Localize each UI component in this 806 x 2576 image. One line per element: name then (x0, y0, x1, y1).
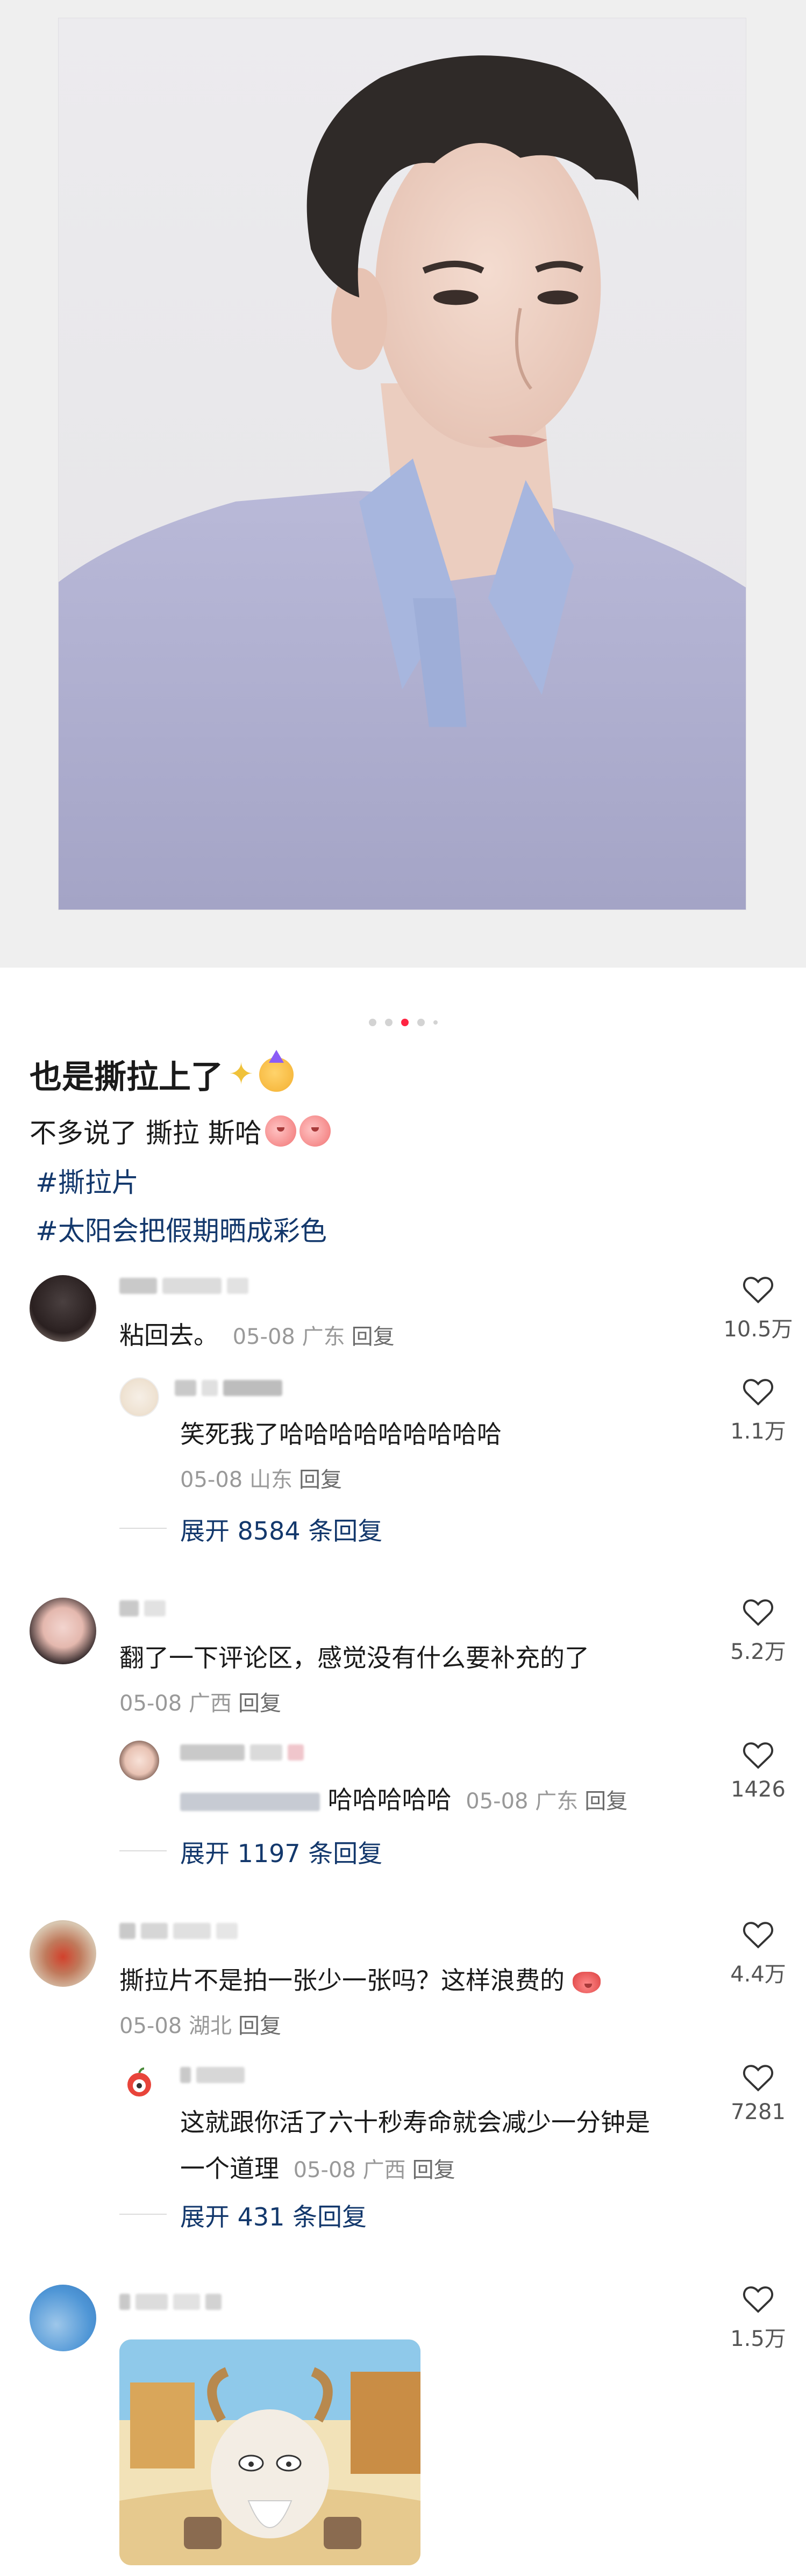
portrait-photo (59, 55, 746, 910)
pleading-hands-emoji-icon (572, 1971, 601, 1993)
heart-outline-icon (743, 2286, 774, 2313)
comment-date: 05-08 (293, 2158, 356, 2183)
heart-outline-icon (743, 2065, 774, 2092)
reply-button[interactable]: 回复 (584, 1789, 627, 1814)
comment-text: 粘回去。 05-08 广东 回复 (119, 1321, 395, 1350)
comment-location: 山东 (249, 1468, 293, 1492)
peach-face-emoji-icon (299, 1115, 331, 1147)
post-body: 不多说了 撕拉 斯哈 (30, 1118, 262, 1149)
like-count: 1.1万 (730, 1419, 786, 1444)
post-title: 也是撕拉上了 (30, 1058, 223, 1096)
username-blurred[interactable] (119, 1275, 248, 1297)
comment-text: 翻了一下评论区，感觉没有什么要补充的了 (119, 1643, 589, 1672)
avatar[interactable] (30, 1920, 96, 1987)
like-button[interactable]: 1426 (715, 1741, 801, 1802)
reply-button[interactable]: 回复 (412, 2158, 455, 2183)
avatar[interactable] (30, 1598, 96, 1664)
reply-text-continued: 一个道理 05-08 广西 回复 (180, 2154, 455, 2183)
avatar[interactable] (119, 2063, 159, 2103)
post-body-row: 不多说了 撕拉 斯哈 (30, 1112, 331, 1150)
like-count: 4.4万 (730, 1962, 786, 1987)
divider (119, 1850, 167, 1851)
heart-outline-icon (743, 1922, 774, 1949)
like-count: 5.2万 (730, 1640, 786, 1664)
reply-button[interactable]: 回复 (238, 2014, 281, 2038)
reply-button[interactable]: 回复 (352, 1325, 395, 1349)
comment-text: 撕拉片不是拍一张少一张吗？这样浪费的 (119, 1961, 601, 1997)
like-button[interactable]: 4.4万 (715, 1920, 801, 1988)
avatar[interactable] (119, 1377, 159, 1417)
carousel-indicator[interactable] (0, 1019, 806, 1026)
reply-meta: 05-08 山东 回复 (180, 1462, 342, 1493)
heart-outline-icon (743, 1277, 774, 1304)
username-blurred[interactable] (119, 1920, 238, 1942)
like-button[interactable]: 10.5万 (715, 1275, 801, 1343)
username-blurred[interactable] (180, 2064, 245, 2086)
comment-location: 广东 (535, 1789, 579, 1814)
instant-photo-frame (58, 18, 746, 910)
comment-date: 05-08 (119, 1691, 182, 1716)
comment-date: 05-08 (466, 1789, 529, 1814)
reply-button[interactable]: 回复 (299, 1468, 342, 1492)
username-blurred[interactable] (175, 1377, 282, 1399)
comment-meta: 05-08 湖北 回复 (119, 2008, 281, 2040)
avatar[interactable] (30, 2285, 96, 2351)
avatar[interactable] (30, 1275, 96, 1342)
expand-replies-button[interactable]: 展开 431 条回复 (180, 2198, 367, 2233)
expand-replies-button[interactable]: 展开 8584 条回复 (180, 1512, 382, 1547)
cartoon-goat-meme (119, 2339, 420, 2565)
like-button[interactable]: 1.1万 (715, 1377, 801, 1445)
like-count: 1426 (731, 1777, 786, 1802)
reply-text: 这就跟你活了六十秒寿命就会减少一分钟是 (180, 2108, 650, 2137)
username-blurred[interactable] (180, 1742, 304, 1763)
comment-location: 广西 (188, 1691, 232, 1716)
avatar[interactable] (119, 1741, 159, 1780)
comment-location: 湖北 (188, 2014, 232, 2038)
carousel-dot[interactable] (368, 1019, 376, 1026)
comment-image[interactable] (119, 2339, 420, 2565)
username-blurred[interactable] (119, 1598, 166, 1619)
reply-text: 笑死我了哈哈哈哈哈哈哈哈哈 (180, 1420, 502, 1449)
carousel-dot[interactable] (384, 1019, 393, 1026)
divider (119, 2214, 167, 2215)
peach-face-emoji-icon (265, 1115, 296, 1147)
cartoon-apple-icon (127, 2067, 151, 2096)
post-title-row: 也是撕拉上了 ✦ (30, 1049, 294, 1098)
hashtag-link[interactable]: #撕拉片 (35, 1161, 139, 1200)
comment-date: 05-08 (232, 1325, 295, 1349)
post-image-area[interactable] (0, 0, 806, 968)
comment-meta: 05-08 广西 回复 (119, 1686, 281, 1717)
heart-outline-icon (743, 1599, 774, 1626)
comment-location: 广西 (362, 2158, 406, 2183)
comment-location: 广东 (302, 1325, 345, 1349)
like-button[interactable]: 5.2万 (715, 1598, 801, 1665)
like-count: 1.5万 (730, 2327, 786, 2351)
reply-text: 哈哈哈哈哈 05-08 广东 回复 (180, 1780, 627, 1816)
heart-outline-icon (743, 1742, 774, 1769)
like-button[interactable]: 7281 (715, 2063, 801, 2124)
sparkles-emoji-icon: ✦ (229, 1057, 254, 1092)
carousel-dot[interactable] (433, 1020, 438, 1025)
like-button[interactable]: 1.5万 (715, 2285, 801, 2352)
username-blurred[interactable] (119, 2291, 222, 2313)
comment-date: 05-08 (119, 2014, 182, 2038)
divider (119, 1528, 167, 1529)
comment-date: 05-08 (180, 1468, 243, 1492)
carousel-dot-active[interactable] (401, 1019, 409, 1026)
carousel-dot[interactable] (417, 1019, 425, 1026)
expand-replies-button[interactable]: 展开 1197 条回复 (180, 1834, 382, 1870)
like-count: 7281 (731, 2100, 786, 2124)
heart-outline-icon (743, 1379, 774, 1406)
reply-button[interactable]: 回复 (238, 1691, 281, 1716)
blurred-mention (180, 1792, 320, 1811)
hashtag-link[interactable]: #太阳会把假期晒成彩色 (35, 1210, 327, 1248)
party-face-emoji-icon (259, 1049, 294, 1092)
like-count: 10.5万 (723, 1317, 793, 1342)
